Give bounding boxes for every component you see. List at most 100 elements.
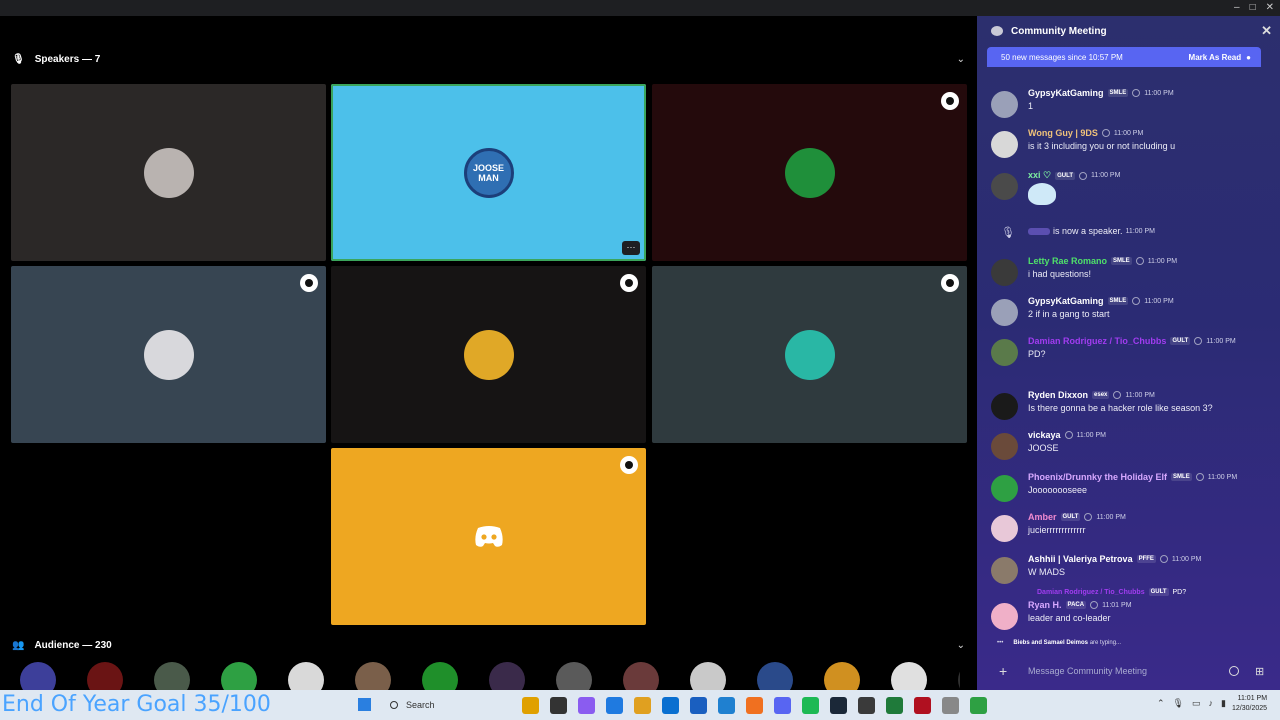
username[interactable]: GypsyKatGaming	[1028, 88, 1104, 98]
taskbar-app-icon[interactable]	[970, 697, 987, 714]
taskbar-app-icon[interactable]	[886, 697, 903, 714]
speaker-tile[interactable]	[652, 266, 967, 443]
avatar[interactable]	[991, 515, 1018, 542]
message-header: Ashhii | Valeriya Petrova PFFE 11:00 PM	[1028, 554, 1201, 564]
close-window-button[interactable]: ✕	[1266, 2, 1274, 13]
chevron-down-icon[interactable]: ⌄	[957, 54, 965, 65]
username[interactable]: Ryden Dixxon	[1028, 390, 1088, 400]
minimize-button[interactable]: –	[1234, 2, 1240, 13]
windows-start-icon[interactable]	[358, 698, 371, 711]
speaker-tile[interactable]: JOOSE MAN ···	[331, 84, 646, 261]
audience-avatar[interactable]	[154, 662, 190, 690]
username[interactable]: Damian Rodriguez / Tio_Chubbs	[1028, 336, 1166, 346]
emoji-icon[interactable]	[1229, 666, 1239, 676]
chevron-up-icon[interactable]: ⌃	[1157, 698, 1165, 709]
taskbar-app-icon[interactable]	[914, 697, 931, 714]
taskbar-app-icon[interactable]	[522, 697, 539, 714]
audience-avatar[interactable]	[556, 662, 592, 690]
username[interactable]: Ashhii | Valeriya Petrova	[1028, 554, 1133, 564]
more-options-icon[interactable]: ···	[622, 241, 640, 255]
chevron-down-icon[interactable]: ⌄	[957, 640, 965, 651]
speaker-tile[interactable]	[331, 448, 646, 625]
audience-avatar[interactable]	[690, 662, 726, 690]
taskbar-app-icon[interactable]	[774, 697, 791, 714]
server-tag: esex	[1092, 391, 1110, 399]
speaker-icon[interactable]: ♪	[1209, 698, 1214, 709]
username[interactable]: Letty Rae Romano	[1028, 256, 1107, 266]
server-tag: SMLE	[1107, 297, 1129, 305]
audience-avatar[interactable]	[288, 662, 324, 690]
taskbar-app-icon[interactable]	[578, 697, 595, 714]
username[interactable]: Amber	[1028, 512, 1057, 522]
audience-avatar[interactable]	[891, 662, 927, 690]
username[interactable]: vickaya	[1028, 430, 1061, 440]
taskbar-app-icon[interactable]	[942, 697, 959, 714]
avatar[interactable]	[991, 475, 1018, 502]
message-text: 1	[1028, 101, 1034, 111]
audience-avatar[interactable]	[757, 662, 793, 690]
speakers-section-header[interactable]: 🎙 Speakers — 7	[12, 54, 100, 65]
speaker-tile[interactable]	[652, 84, 967, 261]
taskbar-app-icon[interactable]	[802, 697, 819, 714]
avatar[interactable]	[991, 433, 1018, 460]
audience-avatar[interactable]	[87, 662, 123, 690]
add-attachment-icon[interactable]: +	[999, 663, 1007, 679]
avatar[interactable]	[991, 173, 1018, 200]
window-controls: – □ ✕	[1234, 2, 1274, 13]
taskbar-app-icon[interactable]	[690, 697, 707, 714]
avatar-label: JOOSE MAN	[472, 162, 504, 183]
avatar[interactable]	[991, 259, 1018, 286]
mark-as-read-button[interactable]: Mark As Read ●	[1189, 53, 1251, 62]
username[interactable]: Ryan H.	[1028, 600, 1062, 610]
audience-avatar[interactable]	[355, 662, 391, 690]
taskbar-app-icon[interactable]	[634, 697, 651, 714]
audience-avatar[interactable]	[623, 662, 659, 690]
audience-avatar[interactable]	[221, 662, 257, 690]
audience-avatar[interactable]	[958, 662, 960, 690]
avatar[interactable]	[991, 131, 1018, 158]
maximize-button[interactable]: □	[1250, 2, 1256, 13]
taskbar-clock[interactable]: 11:01 PM 12/30/2025	[1232, 694, 1267, 714]
username[interactable]: GypsyKatGaming	[1028, 296, 1104, 306]
chat-panel: Community Meeting ✕ 50 new messages sinc…	[977, 16, 1280, 690]
audience-avatar[interactable]	[824, 662, 860, 690]
close-icon[interactable]: ✕	[1261, 23, 1272, 39]
username[interactable]: xxi ♡	[1028, 170, 1051, 181]
taskbar-search[interactable]: Search	[382, 695, 502, 715]
taskbar-app-icon[interactable]	[662, 697, 679, 714]
audience-section-header[interactable]: 👥 Audience — 230	[12, 640, 112, 651]
taskbar-app-icon[interactable]	[830, 697, 847, 714]
speaker-tile[interactable]	[11, 84, 326, 261]
speaker-avatar	[143, 147, 194, 198]
avatar[interactable]	[991, 603, 1018, 630]
speaker-tile[interactable]	[11, 266, 326, 443]
taskbar-app-icon[interactable]	[606, 697, 623, 714]
avatar[interactable]	[991, 393, 1018, 420]
apps-icon[interactable]: ⊞	[1255, 665, 1264, 678]
timestamp: 11:00 PM	[1144, 297, 1174, 305]
audience-avatar[interactable]	[20, 662, 56, 690]
network-icon[interactable]: ▭	[1192, 698, 1201, 709]
taskbar-app-icon[interactable]	[858, 697, 875, 714]
taskbar-app-icon[interactable]	[550, 697, 567, 714]
username[interactable]: Phoenix/Drunnky the Holiday Elf	[1028, 472, 1167, 482]
message-input[interactable]: Message Community Meeting	[1028, 666, 1147, 676]
avatar[interactable]	[991, 339, 1018, 366]
taskbar-app-icon[interactable]	[718, 697, 735, 714]
microphone-tray-icon[interactable]: 🎙	[1173, 698, 1184, 709]
avatar[interactable]	[991, 299, 1018, 326]
avatar[interactable]	[991, 557, 1018, 584]
goal-overlay-text: End Of Year Goal 35/100	[2, 692, 271, 717]
message-header: GypsyKatGaming SMLE 11:00 PM	[1028, 88, 1174, 98]
speaker-tile[interactable]	[331, 266, 646, 443]
avatar[interactable]	[991, 91, 1018, 118]
message-header: Ryden Dixxon esex 11:00 PM	[1028, 390, 1155, 400]
message-text: Is there gonna be a hacker role like sea…	[1028, 403, 1213, 413]
audience-avatar[interactable]	[422, 662, 458, 690]
battery-icon[interactable]: ▮	[1221, 698, 1226, 709]
taskbar-app-icon[interactable]	[746, 697, 763, 714]
message-text: W MADS	[1028, 567, 1065, 577]
audience-avatar[interactable]	[489, 662, 525, 690]
username[interactable]: Wong Guy | 9DS	[1028, 128, 1098, 138]
new-messages-bar[interactable]: 50 new messages since 10:57 PM Mark As R…	[987, 47, 1261, 67]
